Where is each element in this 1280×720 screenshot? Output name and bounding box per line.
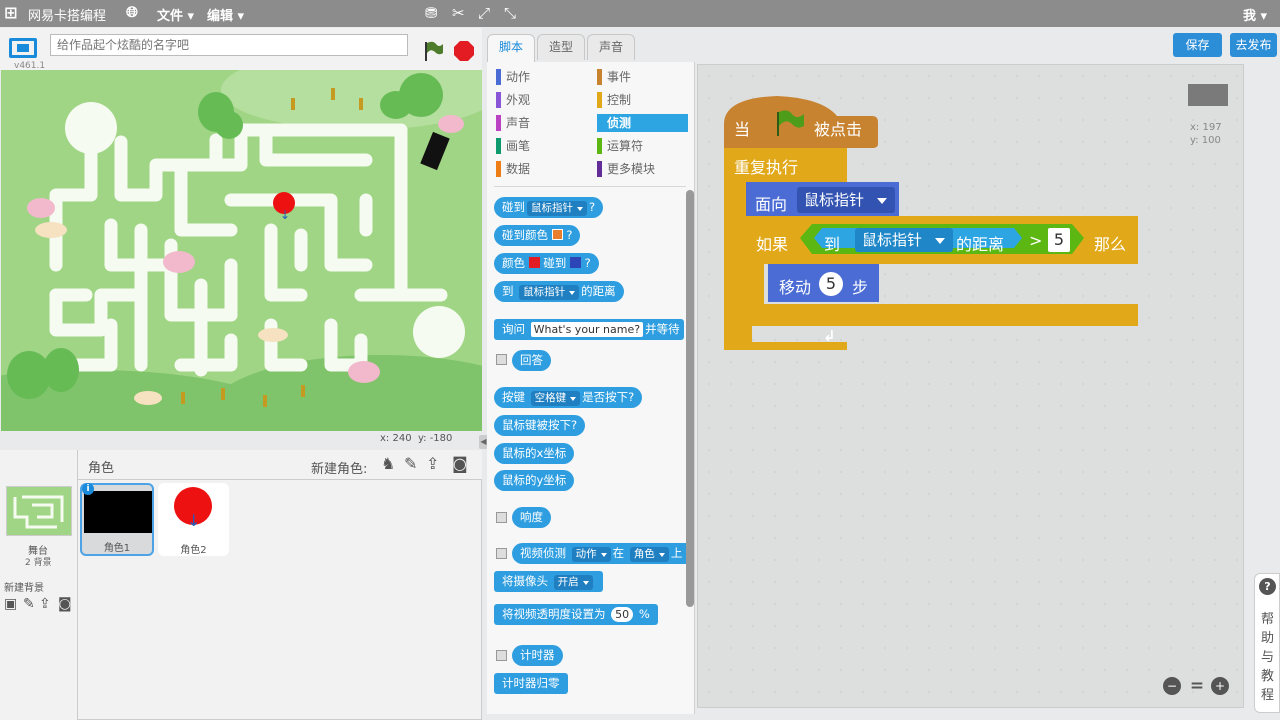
save-button[interactable]: 保存 — [1173, 33, 1222, 57]
help-icon[interactable]: ? — [1259, 578, 1276, 595]
point-towards-label[interactable]: 面向 — [755, 191, 787, 215]
category-looks[interactable]: 外观 — [496, 91, 530, 109]
point-towards-dropdown[interactable]: 鼠标指针 — [797, 187, 895, 213]
tab-costumes[interactable]: 造型 — [537, 34, 585, 60]
camera-icon[interactable]: ◙ — [452, 454, 468, 473]
grow-icon[interactable]: ⤢ — [478, 4, 490, 22]
block-key-pressed[interactable]: 按键 空格键 是否按下? — [494, 387, 643, 408]
mouse-coordinates: x: 240 y: -180 — [380, 433, 453, 444]
logo-icon[interactable]: ⊞ — [4, 3, 17, 22]
checkbox-video-detect[interactable] — [496, 548, 507, 559]
distance-label: 的距离 — [956, 235, 1005, 254]
block-answer[interactable]: 回答 — [512, 350, 551, 371]
maze-backdrop — [1, 70, 482, 431]
project-title-input[interactable] — [50, 34, 408, 56]
stage-thumbnail[interactable] — [6, 486, 72, 536]
category-pen[interactable]: 画笔 — [496, 137, 530, 155]
sprite-tile-2[interactable]: ↓ 角色2 — [158, 483, 229, 556]
stage-backdrop-count: 2 背景 — [25, 558, 52, 568]
block-set-video-transparency[interactable]: 将视频透明度设置为 50 % — [494, 604, 658, 625]
category-more-blocks[interactable]: 更多模块 — [597, 160, 655, 178]
delete-icon[interactable]: ✂ — [452, 4, 465, 22]
new-sprite-label: 新建角色: — [311, 462, 368, 477]
backdrop-paint-icon[interactable]: ✎ — [23, 596, 35, 612]
publish-button[interactable]: 去发布 — [1230, 33, 1277, 57]
then-label: 那么 — [1094, 235, 1127, 254]
app-name: 网易卡搭编程 — [28, 9, 107, 24]
help-panel[interactable]: ? 帮助与教程 — [1254, 573, 1280, 713]
block-reset-timer[interactable]: 计时器归零 — [494, 673, 568, 694]
steps-label: 步 — [852, 278, 869, 297]
palette-scrollbar[interactable] — [686, 190, 694, 607]
tab-scripts[interactable]: 脚本 — [487, 34, 535, 62]
block-mouse-x[interactable]: 鼠标的x坐标 — [494, 443, 575, 464]
category-events[interactable]: 事件 — [597, 68, 631, 86]
user-menu[interactable]: 我 ▾ — [1243, 5, 1267, 24]
block-touching-color[interactable]: 碰到颜色 ? — [494, 225, 581, 246]
threshold-input[interactable]: 5 — [1048, 228, 1070, 252]
info-icon[interactable]: i — [82, 483, 94, 495]
block-ask-and-wait[interactable]: 询问 What's your name? 并等待 — [494, 319, 684, 340]
arrow-down-icon: ↓ — [280, 208, 291, 222]
category-motion[interactable]: 动作 — [496, 68, 530, 86]
zoom-out-icon[interactable]: − — [1163, 677, 1181, 695]
zoom-reset-icon[interactable]: = — [1188, 677, 1206, 695]
category-data[interactable]: 数据 — [496, 160, 530, 178]
duplicate-icon[interactable]: ⛃ — [425, 4, 438, 22]
block-timer[interactable]: 计时器 — [512, 645, 563, 666]
tab-sounds[interactable]: 声音 — [587, 34, 635, 60]
stage-canvas[interactable]: ↓ — [1, 70, 482, 431]
loop-arrow-icon: ↲ — [823, 327, 836, 345]
category-operators[interactable]: 运算符 — [597, 137, 643, 155]
sprite-pane-header — [78, 450, 482, 480]
block-color-touching[interactable]: 颜色 碰到 ? — [494, 253, 599, 274]
sprite-preview-thumb — [1188, 84, 1228, 106]
move-label[interactable]: 移动 — [779, 274, 811, 298]
file-menu[interactable]: 文件 ▾ — [157, 5, 194, 24]
if-label[interactable]: 如果 — [756, 231, 788, 255]
fullscreen-icon[interactable] — [9, 38, 37, 58]
zoom-in-icon[interactable]: + — [1211, 677, 1229, 695]
shrink-icon[interactable]: ⤡ — [504, 4, 516, 22]
block-distance-to[interactable]: 到 鼠标指针 的距离 — [494, 281, 624, 302]
edit-menu[interactable]: 编辑 ▾ — [207, 5, 244, 24]
backdrop-library-icon[interactable]: ▣ — [4, 596, 17, 612]
sprite-library-icon[interactable]: ♞ — [381, 454, 395, 473]
new-backdrop-label: 新建背景 — [4, 583, 44, 594]
palette-divider — [494, 186, 686, 187]
sprite-position-readout: x: 197 y: 100 — [1190, 122, 1222, 146]
paint-brush-icon[interactable]: ✎ — [404, 454, 417, 473]
block-mouse-down[interactable]: 鼠标键被按下? — [494, 415, 586, 436]
block-turn-video[interactable]: 将摄像头 开启 — [494, 571, 603, 592]
greater-than-label: > — [1029, 231, 1043, 250]
checkbox-answer[interactable] — [496, 354, 507, 365]
sprite-tile-1-label: 角色1 — [103, 543, 131, 554]
category-sound[interactable]: 声音 — [496, 114, 530, 132]
sprite-header-label: 角色 — [88, 461, 115, 476]
category-sensing[interactable]: 侦测 — [597, 114, 688, 132]
green-flag-icon[interactable] — [422, 40, 444, 66]
backdrop-upload-icon[interactable]: ⇪ — [39, 596, 51, 612]
category-control[interactable]: 控制 — [597, 91, 631, 109]
upload-icon[interactable]: ⇪ — [426, 454, 439, 473]
menu-bar: ⊞ 网易卡搭编程 🌐︎ 文件 ▾ 编辑 ▾ ⛃ ✂ ⤢ ⤡ 我 ▾ — [0, 0, 1280, 27]
block-loudness[interactable]: 响度 — [512, 507, 551, 528]
globe-icon[interactable]: 🌐︎ — [126, 3, 138, 21]
sprite-tile-2-label: 角色2 — [180, 545, 207, 556]
stop-icon[interactable] — [453, 40, 475, 66]
to-label: 到 — [824, 235, 841, 254]
backdrop-camera-icon[interactable]: ◙ — [58, 596, 72, 612]
block-mouse-y[interactable]: 鼠标的y坐标 — [494, 470, 575, 491]
block-video-detect[interactable]: 视频侦测 动作在 角色上 — [512, 543, 686, 564]
checkbox-timer[interactable] — [496, 650, 507, 661]
checkbox-loudness[interactable] — [496, 512, 507, 523]
move-steps-input[interactable]: 5 — [819, 272, 843, 296]
help-label: 帮助与教程 — [1261, 612, 1275, 703]
block-touching[interactable]: 碰到 鼠标指针? — [494, 197, 604, 218]
forever-block[interactable]: 重复执行 — [734, 154, 798, 178]
distance-target-dropdown[interactable]: 鼠标指针 — [855, 228, 953, 252]
when-flag-clicked-block[interactable] — [724, 100, 880, 148]
